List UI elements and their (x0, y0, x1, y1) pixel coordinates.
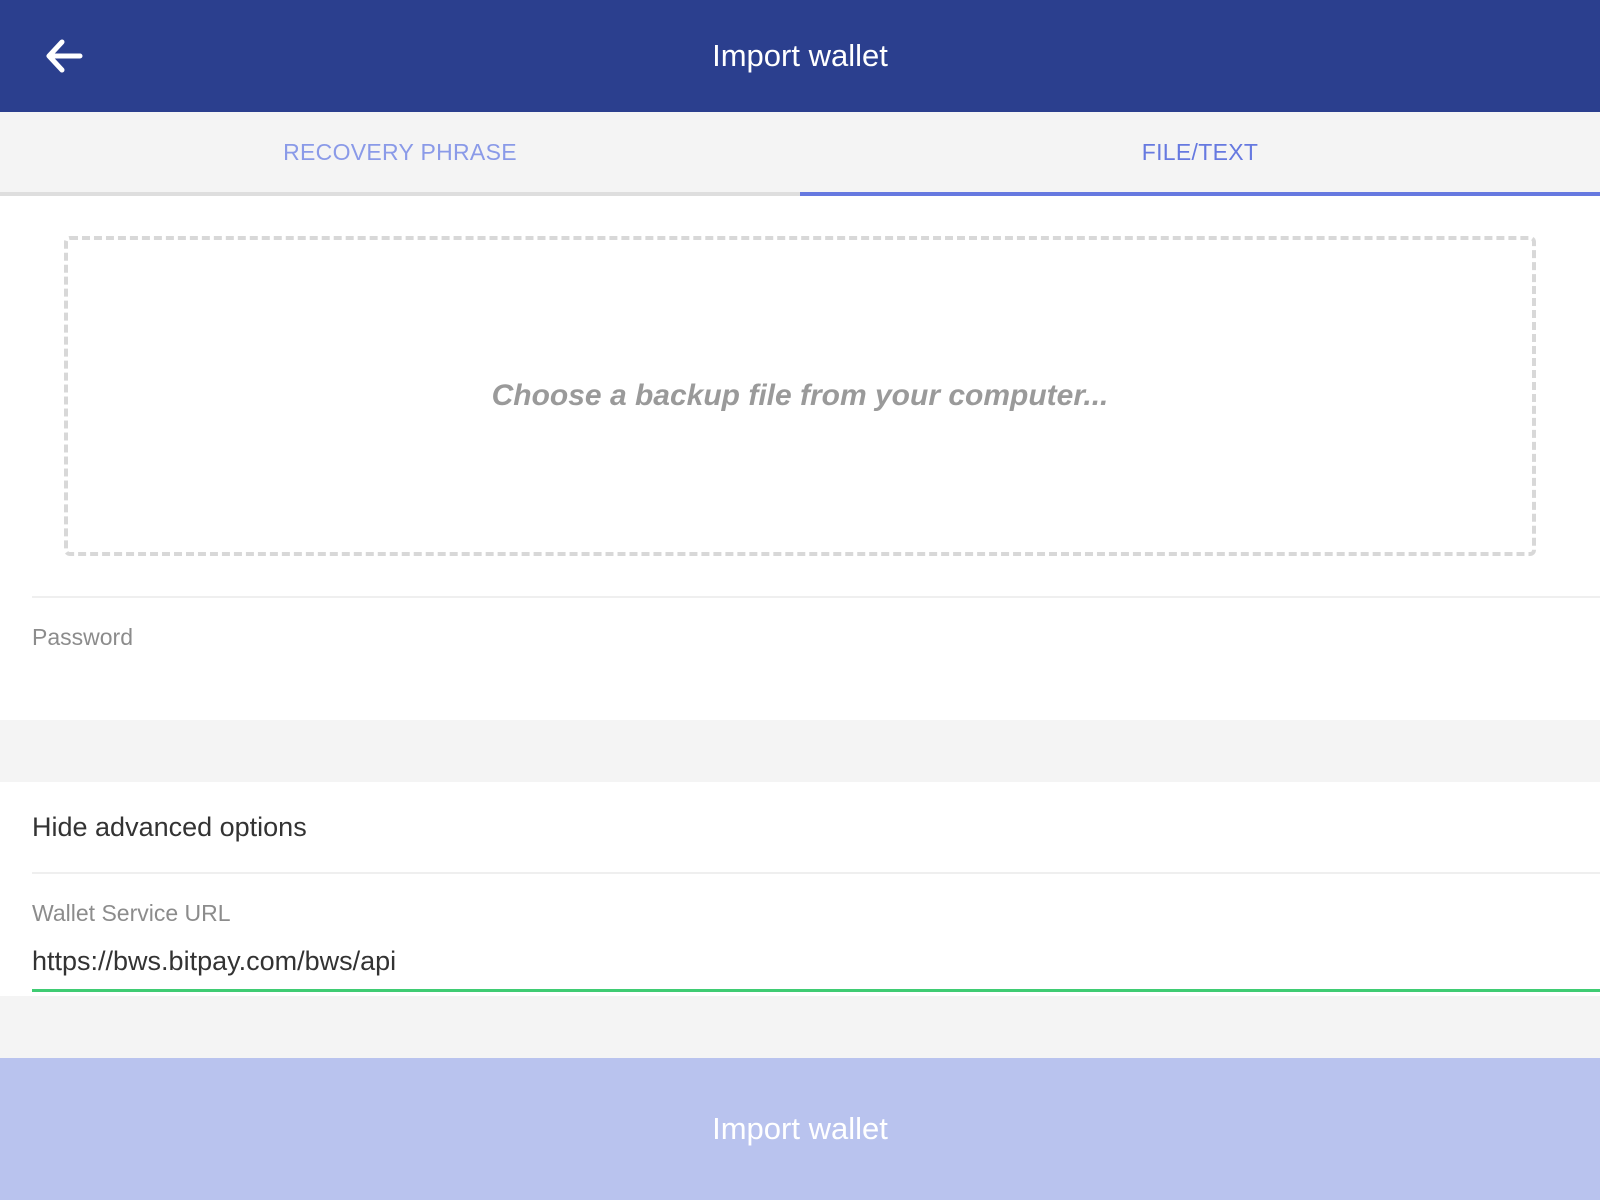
arrow-left-icon (46, 39, 83, 73)
backup-file-dropzone[interactable]: Choose a backup file from your computer.… (64, 236, 1536, 556)
dropzone-text: Choose a backup file from your computer.… (491, 379, 1109, 412)
tab-recovery-phrase[interactable]: RECOVERY PHRASE (0, 112, 800, 192)
hide-advanced-options-toggle[interactable]: Hide advanced options (32, 782, 1600, 874)
advanced-options-section: Hide advanced options Wallet Service URL (0, 782, 1600, 996)
password-input[interactable] (32, 658, 1572, 708)
import-tabs: RECOVERY PHRASE FILE/TEXT (0, 112, 1600, 196)
tab-file-text[interactable]: FILE/TEXT (800, 112, 1600, 196)
app-header: Import wallet (0, 0, 1600, 112)
back-button[interactable] (38, 32, 90, 80)
password-label: Password (32, 624, 133, 650)
page-title: Import wallet (712, 38, 888, 73)
divider (32, 596, 1600, 598)
wallet-service-url-label: Wallet Service URL (32, 900, 231, 926)
import-wallet-button[interactable]: Import wallet (0, 1058, 1600, 1200)
wallet-service-url-input[interactable] (32, 934, 1600, 992)
file-section: Choose a backup file from your computer.… (0, 196, 1600, 720)
